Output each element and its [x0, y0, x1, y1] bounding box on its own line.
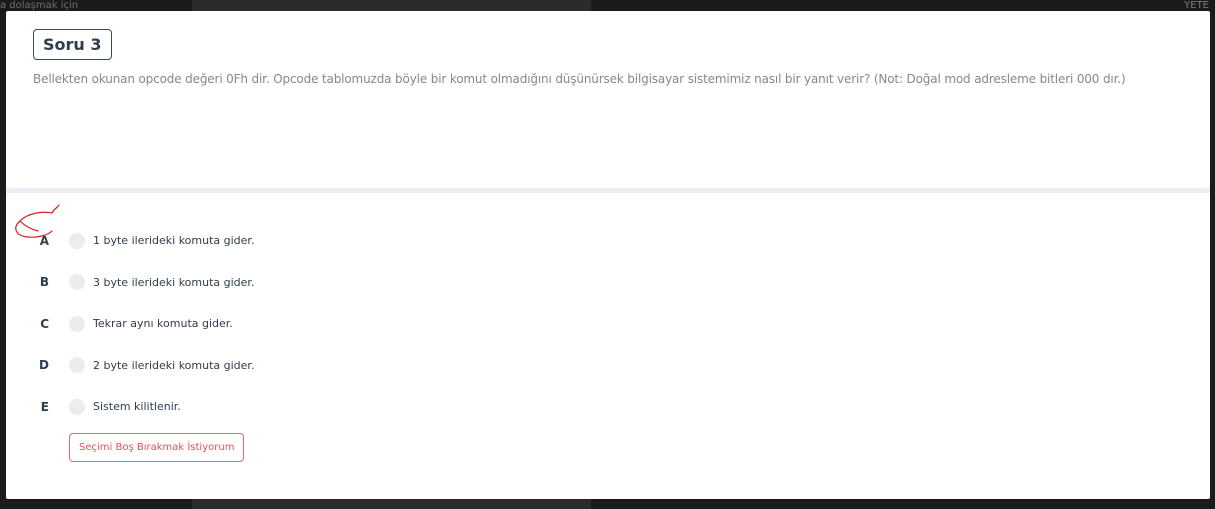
- option-radio[interactable]: [69, 398, 85, 415]
- question-text: Bellekten okunan opcode değeri 0Fh dir. …: [33, 72, 1126, 86]
- option-radio[interactable]: [69, 315, 85, 332]
- option-e[interactable]: E Sistem kilitlenir.: [6, 386, 1210, 428]
- leave-blank-button[interactable]: Seçimi Boş Bırakmak İstiyorum: [69, 433, 245, 462]
- question-header: Soru 3 Bellekten okunan opcode değeri 0F…: [6, 11, 1210, 188]
- option-letter: B: [39, 275, 49, 290]
- option-c[interactable]: C Tekrar aynı komuta gider.: [6, 303, 1210, 345]
- option-d[interactable]: D 2 byte ilerideki komuta gider.: [6, 345, 1210, 387]
- option-text: 3 byte ilerideki komuta gider.: [93, 275, 255, 289]
- option-letter: D: [39, 358, 49, 373]
- option-letter: E: [40, 399, 49, 414]
- option-letter: A: [39, 233, 49, 248]
- question-number-badge: Soru 3: [33, 29, 112, 60]
- option-letter: C: [40, 316, 49, 331]
- option-text: 2 byte ilerideki komuta gider.: [93, 358, 255, 372]
- option-a[interactable]: A 1 byte ilerideki komuta gider.: [6, 220, 1210, 262]
- option-radio[interactable]: [69, 274, 85, 291]
- backdrop-text-right: YETE: [1184, 0, 1209, 11]
- options-list: A 1 byte ilerideki komuta gider. B 3 byt…: [6, 193, 1210, 428]
- option-radio[interactable]: [69, 232, 85, 249]
- option-b[interactable]: B 3 byte ilerideki komuta gider.: [6, 262, 1210, 304]
- option-text: 1 byte ilerideki komuta gider.: [93, 234, 255, 248]
- backdrop-text-left: a dolaşmak için: [0, 0, 79, 11]
- option-text: Tekrar aynı komuta gider.: [93, 317, 233, 331]
- option-text: Sistem kilitlenir.: [93, 400, 181, 414]
- question-modal: Soru 3 Bellekten okunan opcode değeri 0F…: [6, 11, 1210, 499]
- option-radio[interactable]: [69, 357, 85, 374]
